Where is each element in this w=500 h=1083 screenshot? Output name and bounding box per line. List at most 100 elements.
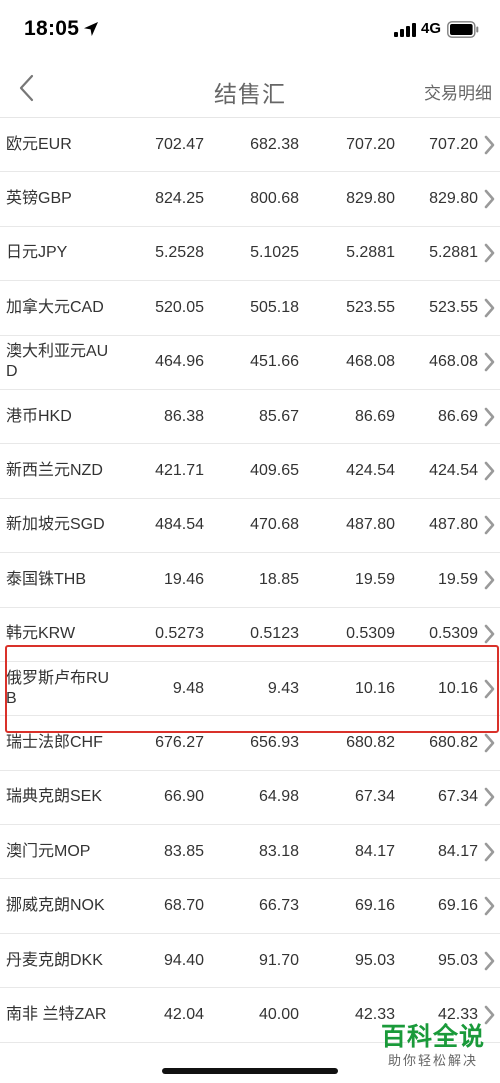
currency-name: 瑞典克朗SEK [6, 788, 103, 806]
chevron-right-icon [484, 788, 495, 807]
currency-name: 澳门元MOP [6, 842, 91, 860]
rate-row[interactable]: 俄罗斯卢布RUB 9.48 9.43 10.16 10.16 [0, 662, 500, 717]
rate-value: 86.38 [163, 407, 204, 425]
rate-value: 5.2881 [429, 244, 478, 262]
rate-value: 86.69 [437, 407, 478, 425]
rate-value: 800.68 [250, 190, 299, 208]
currency-name: 韩元KRW [6, 625, 76, 643]
rate-value: 40.00 [258, 1005, 299, 1023]
rate-value: 0.5273 [155, 625, 204, 643]
currency-name: 加拿大元CAD [6, 298, 104, 316]
rate-value: 95.03 [354, 951, 395, 969]
rate-value: 464.96 [155, 353, 204, 371]
rate-value: 487.80 [346, 516, 395, 534]
transaction-details-link[interactable]: 交易明细 [424, 79, 492, 104]
rate-row[interactable]: 澳大利亚元AUD 464.96 451.66 468.08 468.08 [0, 336, 500, 390]
rate-value: 10.16 [354, 679, 395, 697]
rate-row[interactable]: 新加坡元SGD 484.54 470.68 487.80 487.80 [0, 499, 500, 554]
rate-value: 9.48 [172, 679, 204, 697]
nav-bar: 结售汇 交易明细 [0, 60, 500, 118]
currency-name: 新西兰元NZD [6, 462, 103, 480]
signal-icon [394, 23, 416, 37]
location-arrow-icon [84, 22, 98, 36]
rate-value: 85.67 [258, 407, 299, 425]
rate-value: 424.54 [346, 462, 395, 480]
currency-name: 英镑GBP [6, 190, 72, 208]
chevron-right-icon [484, 570, 495, 590]
rate-value: 682.38 [250, 135, 299, 153]
rate-value: 487.80 [429, 516, 478, 534]
chevron-right-icon [484, 516, 495, 535]
rate-value: 520.05 [155, 298, 204, 316]
rate-value: 680.82 [346, 733, 395, 751]
rate-value: 66.73 [258, 897, 299, 915]
rate-value: 67.34 [437, 788, 478, 806]
currency-name: 瑞士法郎CHF [6, 733, 103, 751]
rate-value: 10.16 [437, 679, 478, 697]
watermark-title: 百科全说 [380, 1023, 485, 1051]
battery-icon [447, 21, 479, 38]
chevron-right-icon [484, 624, 495, 644]
rate-row[interactable]: 韩元KRW 0.5273 0.5123 0.5309 0.5309 [0, 608, 500, 662]
rate-value: 707.20 [346, 135, 395, 153]
rate-value: 421.71 [155, 462, 204, 480]
rate-value: 83.18 [258, 842, 299, 860]
rate-row[interactable]: 英镑GBP 824.25 800.68 829.80 829.80 [0, 172, 500, 227]
rate-value: 84.17 [437, 842, 478, 860]
rate-row[interactable]: 澳门元MOP 83.85 83.18 84.17 84.17 [0, 825, 500, 880]
currency-name: 挪威克朗NOK [6, 897, 105, 915]
exchange-rate-list: 欧元EUR 702.47 682.38 707.20 707.20 英镑GBP 824.25… [0, 118, 500, 1043]
rate-value: 84.17 [354, 842, 395, 860]
rate-value: 0.5309 [346, 625, 395, 643]
rate-value: 19.59 [437, 570, 478, 588]
status-bar: 18:05 4G [0, 0, 500, 60]
rate-row[interactable]: 瑞士法郎CHF 676.27 656.93 680.82 680.82 [0, 716, 500, 771]
rate-value: 409.65 [250, 462, 299, 480]
rate-value: 5.2528 [155, 244, 204, 262]
rate-value: 468.08 [429, 353, 478, 371]
rate-value: 470.68 [250, 516, 299, 534]
rate-value: 676.27 [155, 733, 204, 751]
rate-value: 505.18 [250, 298, 299, 316]
rate-value: 523.55 [346, 298, 395, 316]
rate-value: 824.25 [155, 190, 204, 208]
currency-name: 丹麦克朗DKK [6, 951, 103, 969]
rate-value: 69.16 [437, 897, 478, 915]
rate-value: 64.98 [258, 788, 299, 806]
rate-row[interactable]: 泰国铢THB 19.46 18.85 19.59 19.59 [0, 553, 500, 608]
rate-value: 707.20 [429, 135, 478, 153]
rate-value: 66.90 [163, 788, 204, 806]
rate-value: 19.46 [163, 570, 204, 588]
chevron-right-icon [484, 244, 495, 263]
rate-row[interactable]: 港币HKD 86.38 85.67 86.69 86.69 [0, 390, 500, 445]
rate-value: 19.59 [354, 570, 395, 588]
rate-row[interactable]: 加拿大元CAD 520.05 505.18 523.55 523.55 [0, 281, 500, 336]
rate-row[interactable]: 挪威克朗NOK 68.70 66.73 69.16 69.16 [0, 879, 500, 934]
status-time: 18:05 [24, 17, 80, 40]
rate-value: 94.40 [163, 951, 204, 969]
rate-value: 523.55 [429, 298, 478, 316]
rate-value: 5.2881 [346, 244, 395, 262]
currency-name: 澳大利亚元AUD [6, 343, 109, 381]
rate-value: 829.80 [429, 190, 478, 208]
rate-value: 67.34 [354, 788, 395, 806]
chevron-right-icon [484, 896, 495, 916]
home-indicator [162, 1068, 338, 1074]
rate-row[interactable]: 丹麦克朗DKK 94.40 91.70 95.03 95.03 [0, 934, 500, 989]
rate-value: 424.54 [429, 462, 478, 480]
rate-value: 83.85 [163, 842, 204, 860]
rate-value: 468.08 [346, 353, 395, 371]
rate-row[interactable]: 欧元EUR 702.47 682.38 707.20 707.20 [0, 118, 500, 173]
rate-row[interactable]: 新西兰元NZD 421.71 409.65 424.54 424.54 [0, 444, 500, 499]
chevron-right-icon [484, 733, 495, 753]
rate-row[interactable]: 瑞典克朗SEK 66.90 64.98 67.34 67.34 [0, 771, 500, 826]
chevron-right-icon [484, 352, 495, 372]
chevron-right-icon [484, 951, 495, 970]
rate-row[interactable]: 日元JPY 5.2528 5.1025 5.2881 5.2881 [0, 227, 500, 282]
rate-value: 18.85 [258, 570, 299, 588]
rate-value: 69.16 [354, 897, 395, 915]
rate-value: 656.93 [250, 733, 299, 751]
rate-value: 5.1025 [250, 244, 299, 262]
currency-name: 南非 兰特ZAR [6, 1005, 107, 1023]
watermark-subtitle: 助你轻松解决 [387, 1053, 478, 1068]
